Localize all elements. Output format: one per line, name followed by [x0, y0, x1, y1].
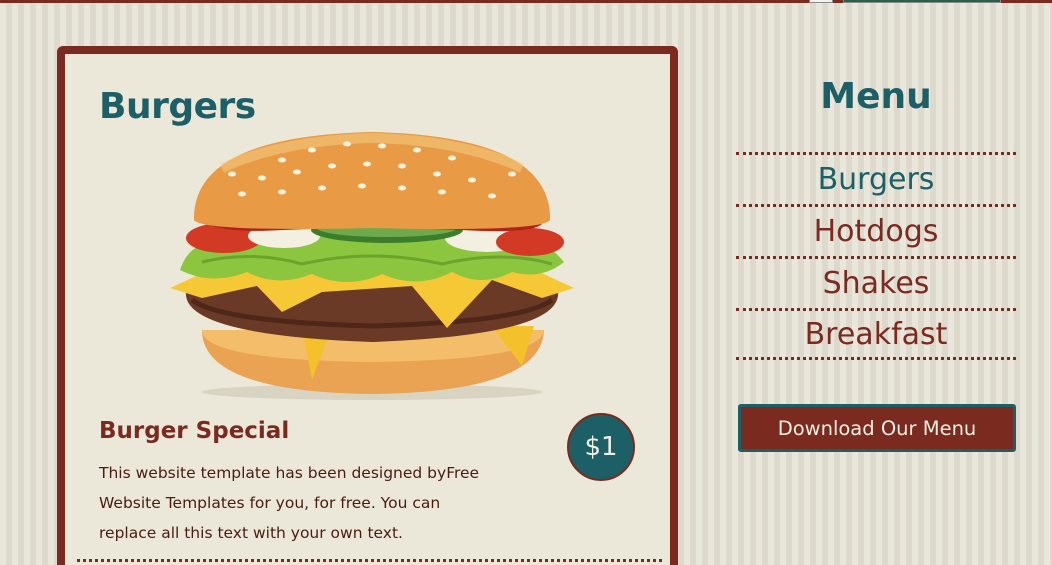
- download-menu-button[interactable]: Download Our Menu: [738, 404, 1016, 452]
- menu-item-burgers[interactable]: Burgers: [736, 152, 1016, 204]
- card-divider: [77, 559, 662, 562]
- price-badge: $1: [567, 413, 635, 481]
- featured-card: Burgers Burger Special This website temp…: [57, 46, 678, 565]
- card-title: Burgers: [99, 86, 256, 127]
- menu-item-shakes[interactable]: Shakes: [736, 256, 1016, 308]
- header-bar-widget[interactable]: [843, 0, 1001, 3]
- burger-image: [170, 132, 574, 400]
- menu-item-breakfast[interactable]: Breakfast: [736, 308, 1016, 360]
- special-title: Burger Special: [99, 418, 290, 444]
- special-description: This website template has been designed …: [99, 464, 480, 542]
- header-flag-widget[interactable]: [809, 0, 833, 3]
- menu-nav: Burgers Hotdogs Shakes Breakfast: [736, 152, 1016, 360]
- menu-title: Menu: [820, 76, 932, 117]
- menu-item-hotdogs[interactable]: Hotdogs: [736, 204, 1016, 256]
